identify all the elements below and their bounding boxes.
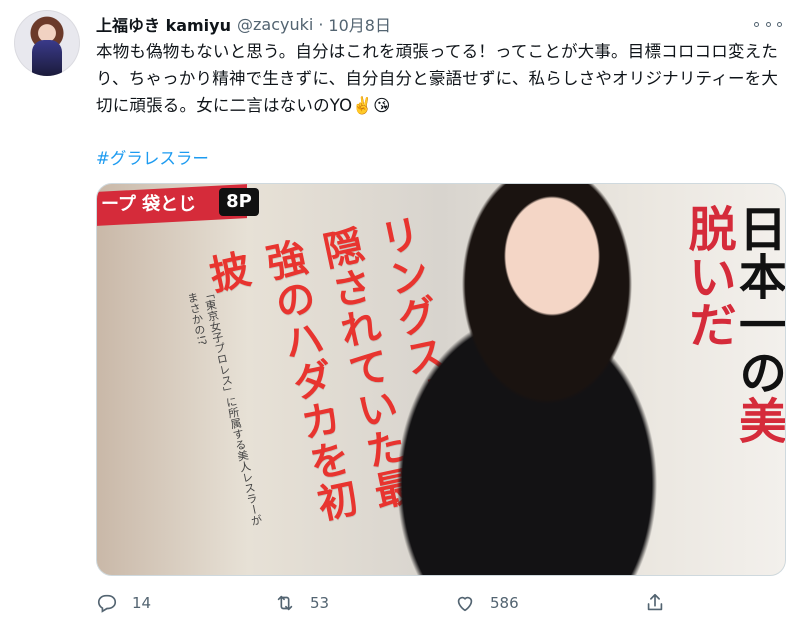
reply-count: 14: [132, 594, 152, 612]
photo-model: [367, 184, 667, 575]
heart-icon: [457, 596, 473, 612]
magazine-right-title: 日本一の美 脱いだ: [680, 204, 786, 564]
tweet-media-image[interactable]: ープ 袋とじ 8P 「東京女子プロレス」に所属する美人レスラーがまさかの!? リ…: [96, 183, 786, 576]
magazine-page-count: 8P: [219, 188, 259, 216]
retweet-count: 53: [310, 594, 330, 612]
right-title-part1: 日本一の: [730, 204, 786, 396]
display-name[interactable]: 上福ゆき kamiyu: [96, 12, 231, 36]
separator-dot: ·: [318, 14, 324, 34]
tweet-date[interactable]: 10月8日: [328, 12, 391, 36]
share-icon: [647, 593, 663, 611]
like-button[interactable]: 586: [454, 588, 519, 618]
right-title-part2: 美: [730, 396, 786, 444]
magazine-label: ープ 袋とじ: [101, 194, 197, 215]
hashtag-link[interactable]: #グラレスラー: [96, 145, 209, 169]
user-handle[interactable]: @zacyuki: [237, 15, 313, 34]
more-icon[interactable]: [754, 14, 782, 34]
reply-button[interactable]: 14: [96, 588, 151, 618]
tweet-text: 本物も偽物もないと思う。自分はこれを頑張ってる！ってことが大事。目標コロコロ変え…: [96, 42, 779, 115]
retweet-button[interactable]: 53: [274, 588, 329, 618]
reply-icon: [97, 594, 117, 613]
avatar-figure: [32, 40, 62, 76]
like-count: 586: [490, 594, 519, 612]
right-title-part3: 脱いだ: [679, 204, 736, 348]
share-button[interactable]: [644, 588, 680, 618]
avatar[interactable]: [14, 10, 80, 76]
tweet-actions: 14 53 586: [96, 588, 786, 618]
retweet-icon: [277, 595, 293, 611]
tweet-header: 上福ゆき kamiyu @zacyuki · 10月8日: [96, 12, 782, 36]
